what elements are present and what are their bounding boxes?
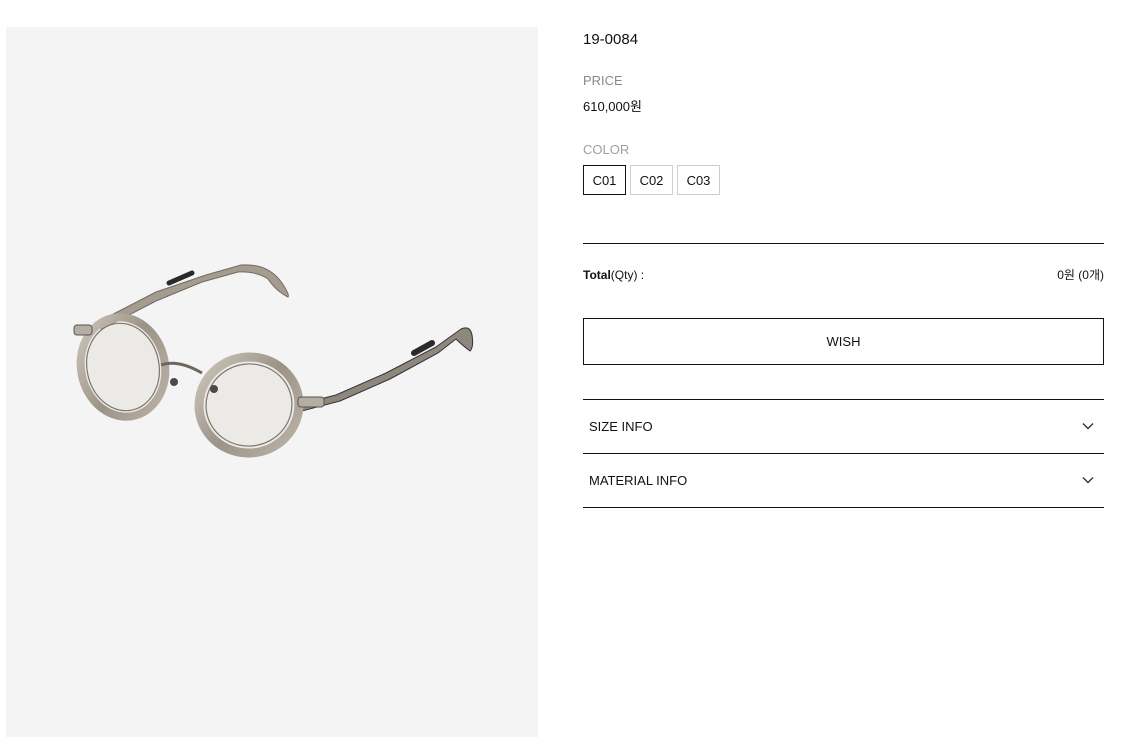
info-accordion: SIZE INFO MATERIAL INFO [583, 399, 1104, 508]
color-option-c02[interactable]: C02 [630, 165, 673, 195]
product-info-panel: 19-0084 PRICE 610,000원 COLOR C01 C02 C03… [583, 0, 1104, 745]
size-info-toggle[interactable]: SIZE INFO [583, 400, 1104, 454]
total-row: Total(Qty) : 0원 (0개) [583, 267, 1104, 283]
price-value: 610,000원 [583, 99, 642, 114]
glasses-product-image [73, 264, 474, 458]
total-value: 0원 (0개) [1057, 268, 1104, 282]
total-label: Total(Qty) : [583, 267, 644, 283]
divider [583, 243, 1104, 244]
chevron-down-icon [1082, 477, 1094, 484]
color-option-c03[interactable]: C03 [677, 165, 720, 195]
material-info-toggle[interactable]: MATERIAL INFO [583, 454, 1104, 508]
product-name: 19-0084 [583, 31, 639, 48]
color-option-c01[interactable]: C01 [583, 165, 626, 195]
price-label: PRICE [583, 73, 623, 88]
size-info-title: SIZE INFO [589, 419, 653, 434]
product-image-panel [6, 27, 538, 737]
total-label-bold: Total [583, 268, 611, 282]
total-label-qty: (Qty) : [610, 268, 645, 282]
chevron-down-icon [1082, 423, 1094, 430]
color-label: COLOR [583, 142, 630, 157]
wish-button[interactable]: WISH [583, 318, 1104, 365]
color-options: C01 C02 C03 [583, 165, 720, 195]
material-info-title: MATERIAL INFO [589, 473, 688, 488]
